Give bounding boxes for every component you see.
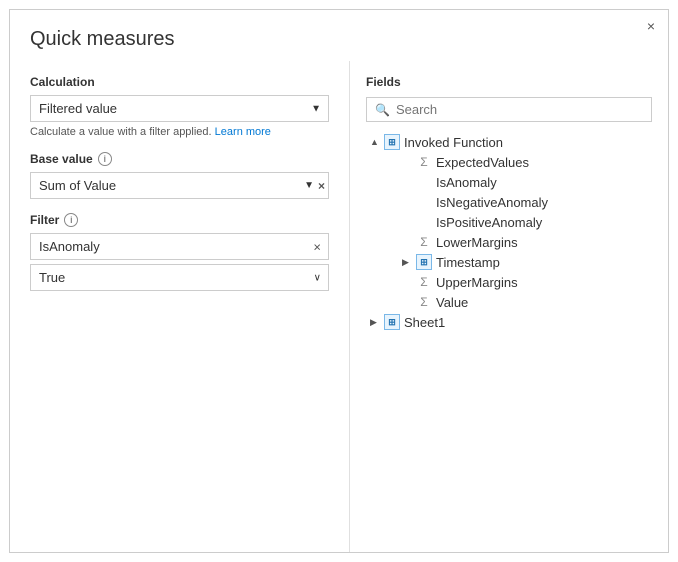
expand-sheet1-icon: ▶ — [370, 317, 384, 328]
sigma-icon-expectedvalues: Σ — [416, 154, 432, 170]
sigma-icon-uppermargins: Σ — [416, 274, 432, 290]
tree-item-isanomaly[interactable]: IsAnomaly — [366, 172, 652, 192]
fields-label: Fields — [366, 75, 652, 89]
right-panel: Fields 🔍 ▲ ⊞ Invoked Function Σ Expected… — [350, 61, 668, 552]
quick-measures-dialog: × Quick measures Calculation Filtered va… — [9, 9, 669, 553]
learn-more-link[interactable]: Learn more — [215, 126, 271, 138]
calc-hint: Calculate a value with a filter applied.… — [30, 126, 329, 138]
base-value-info-icon: i — [98, 152, 112, 166]
filter-field-clear-icon[interactable]: × — [313, 239, 321, 254]
expand-invoked-function-icon: ▲ — [370, 137, 384, 147]
ispositiveanomaly-label: IsPositiveAnomaly — [436, 215, 542, 230]
search-box: 🔍 — [366, 97, 652, 122]
invoked-function-label: Invoked Function — [404, 135, 503, 150]
filter-value-select[interactable]: True False — [30, 264, 329, 291]
base-value-clear-icon[interactable]: × — [318, 179, 325, 193]
filter-info-icon: i — [64, 213, 78, 227]
base-value-label: Base value i — [30, 152, 329, 166]
dialog-body: Calculation Filtered value Sum Average C… — [10, 61, 668, 552]
calculation-select-wrapper: Filtered value Sum Average Count ▼ — [30, 95, 329, 122]
tree-item-sheet1[interactable]: ▶ ⊞ Sheet1 — [366, 312, 652, 332]
sigma-icon-lowermargins: Σ — [416, 234, 432, 250]
base-value-wrapper: ▼ × — [30, 172, 329, 199]
tree-item-value[interactable]: Σ Value — [366, 292, 652, 312]
calculation-select[interactable]: Filtered value Sum Average Count — [30, 95, 329, 122]
tree-item-uppermargins[interactable]: Σ UpperMargins — [366, 272, 652, 292]
table-icon-timestamp: ⊞ — [416, 254, 432, 270]
table-icon-invoked-function: ⊞ — [384, 134, 400, 150]
expand-timestamp-icon: ▶ — [402, 257, 416, 268]
tree-item-expectedvalues[interactable]: Σ ExpectedValues — [366, 152, 652, 172]
search-input[interactable] — [396, 102, 643, 117]
fields-tree: ▲ ⊞ Invoked Function Σ ExpectedValues Is… — [366, 132, 652, 538]
filter-value-wrapper: True False ∨ — [30, 264, 329, 291]
dialog-title: Quick measures — [10, 10, 668, 61]
calculation-label: Calculation — [30, 75, 329, 89]
lowermargins-label: LowerMargins — [436, 235, 518, 250]
sheet1-label: Sheet1 — [404, 315, 445, 330]
uppermargins-label: UpperMargins — [436, 275, 518, 290]
base-value-input[interactable] — [30, 172, 329, 199]
base-value-controls: ▼ × — [304, 179, 325, 193]
no-icon-isanomaly — [416, 174, 432, 190]
table-icon-sheet1: ⊞ — [384, 314, 400, 330]
isnegativeanomaly-label: IsNegativeAnomaly — [436, 195, 548, 210]
sigma-icon-value: Σ — [416, 294, 432, 310]
no-icon-isnegativeanomaly — [416, 194, 432, 210]
tree-item-ispositiveanomaly[interactable]: IsPositiveAnomaly — [366, 212, 652, 232]
isanomaly-label: IsAnomaly — [436, 175, 497, 190]
filter-label: Filter i — [30, 213, 329, 227]
expectedvalues-label: ExpectedValues — [436, 155, 529, 170]
tree-item-isnegativeanomaly[interactable]: IsNegativeAnomaly — [366, 192, 652, 212]
filter-field-input[interactable] — [30, 233, 329, 260]
tree-item-lowermargins[interactable]: Σ LowerMargins — [366, 232, 652, 252]
close-button[interactable]: × — [642, 16, 660, 36]
base-value-dropdown-icon[interactable]: ▼ — [304, 180, 314, 191]
tree-item-timestamp[interactable]: ▶ ⊞ Timestamp — [366, 252, 652, 272]
filter-field-wrapper: × — [30, 233, 329, 260]
search-icon: 🔍 — [375, 103, 390, 117]
tree-item-invoked-function[interactable]: ▲ ⊞ Invoked Function — [366, 132, 652, 152]
no-icon-ispositiveanomaly — [416, 214, 432, 230]
timestamp-label: Timestamp — [436, 255, 500, 270]
left-panel: Calculation Filtered value Sum Average C… — [10, 61, 350, 552]
value-label: Value — [436, 295, 468, 310]
